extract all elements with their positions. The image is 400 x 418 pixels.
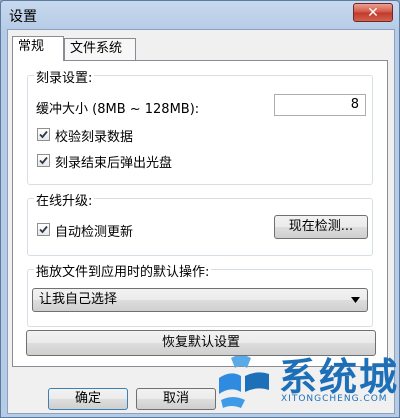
ok-button[interactable]: 确定: [48, 388, 128, 410]
tab-general[interactable]: 常规: [12, 36, 64, 61]
online-upgrade-group: 在线升级: 自动检测更新 现在检测...: [27, 190, 373, 256]
check-now-label: 现在检测...: [288, 219, 354, 234]
burn-settings-group: 刻录设置: 缓冲大小 (8MB ~ 128MB): 8 校验刻录数据 刻录结束后…: [27, 67, 373, 185]
restore-defaults-button[interactable]: 恢复默认设置: [26, 330, 376, 356]
windows-logo-icon: [219, 355, 269, 408]
drag-action-group: 拖放文件到应用时的默认操作: 让我自己选择: [27, 261, 373, 327]
auto-check-checkbox[interactable]: [37, 223, 50, 236]
eject-label: 刻录结束后弹出光盘: [55, 156, 173, 171]
buffer-size-label: 缓冲大小 (8MB ~ 128MB):: [36, 102, 200, 117]
checkmark-icon: [39, 130, 48, 139]
title-bar[interactable]: 设置 ✕: [1, 1, 399, 29]
watermark-subtext: XITONGCHENG.COM: [281, 394, 388, 404]
burn-settings-title: 刻录设置:: [34, 67, 95, 86]
tab-file-system[interactable]: 文件系统: [64, 38, 136, 60]
tab-file-system-label: 文件系统: [70, 41, 123, 56]
general-panel: 刻录设置: 缓冲大小 (8MB ~ 128MB): 8 校验刻录数据 刻录结束后…: [12, 60, 388, 367]
verify-checkbox[interactable]: [37, 128, 50, 141]
online-upgrade-title: 在线升级:: [34, 190, 95, 209]
checkmark-icon: [39, 156, 48, 165]
settings-window: 设置 ✕ 常规 文件系统 刻录设置: 缓冲大小 (8MB ~ 128MB): 8…: [0, 0, 400, 418]
verify-label: 校验刻录数据: [55, 130, 134, 145]
eject-checkbox[interactable]: [37, 154, 50, 167]
dropdown-arrow-icon: [351, 297, 360, 303]
watermark: 系统城 XITONGCHENG.COM: [211, 346, 399, 416]
restore-defaults-label: 恢复默认设置: [161, 335, 240, 350]
check-now-button[interactable]: 现在检测...: [274, 215, 368, 239]
close-button[interactable]: ✕: [353, 3, 393, 22]
cancel-label: 取消: [162, 391, 189, 406]
drag-action-selected: 让我自己选择: [39, 292, 118, 307]
drag-action-select[interactable]: 让我自己选择: [32, 288, 368, 312]
ok-label: 确定: [74, 391, 101, 406]
buffer-size-input[interactable]: 8: [274, 94, 366, 116]
close-icon: ✕: [367, 5, 379, 21]
tab-general-label: 常规: [18, 39, 45, 54]
window-title: 设置: [9, 9, 37, 25]
auto-check-label: 自动检测更新: [55, 225, 134, 240]
cancel-button[interactable]: 取消: [136, 388, 216, 410]
drag-action-title: 拖放文件到应用时的默认操作:: [34, 261, 212, 280]
checkmark-icon: [39, 225, 48, 234]
